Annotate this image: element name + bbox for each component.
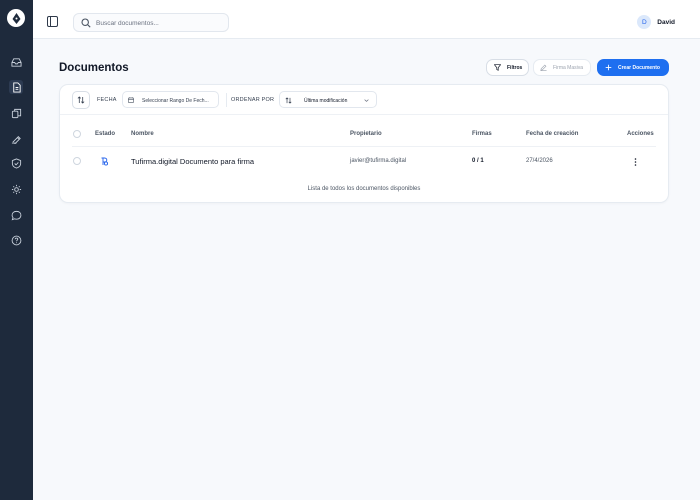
sidebar-item-settings[interactable] xyxy=(9,182,23,196)
sort-arrows-icon xyxy=(77,96,85,104)
calendar-icon xyxy=(128,97,134,103)
date-range-picker[interactable]: Seleccionar Rango De Fech... xyxy=(122,91,219,108)
user-menu[interactable]: D David xyxy=(637,15,675,29)
sidebar-item-help[interactable] xyxy=(9,233,23,247)
documents-card: FECHA Seleccionar Rango De Fech... ORDEN… xyxy=(59,84,669,203)
column-header-propietario[interactable]: Propietario xyxy=(350,131,382,137)
sort-direction-button[interactable] xyxy=(72,91,90,109)
filter-bar: FECHA Seleccionar Rango De Fech... ORDEN… xyxy=(60,85,668,115)
order-by-value: Última modificación xyxy=(304,97,348,104)
sidebar-item-messages[interactable] xyxy=(9,208,23,222)
chat-bubble-icon xyxy=(11,210,21,220)
topbar: D David xyxy=(33,0,700,39)
inbox-icon xyxy=(10,57,22,67)
search-input[interactable] xyxy=(96,17,224,29)
creation-date: 27/4/2026 xyxy=(526,158,553,164)
user-name: David xyxy=(657,18,675,26)
sidebar-item-security[interactable] xyxy=(9,156,23,170)
mass-sign-button-label: Firma Masiva xyxy=(553,64,584,71)
document-icon xyxy=(12,81,21,93)
search-icon xyxy=(81,18,91,28)
filter-icon xyxy=(494,64,501,71)
avatar[interactable]: D xyxy=(637,15,652,29)
sidebar-item-signatures[interactable] xyxy=(9,131,23,145)
sidebar-toggle-icon[interactable] xyxy=(47,16,58,27)
sidebar-item-templates[interactable] xyxy=(9,106,23,120)
plus-icon xyxy=(605,64,612,71)
column-header-fecha[interactable]: Fecha de creación xyxy=(526,131,578,137)
select-all-checkbox[interactable] xyxy=(73,130,81,138)
column-header-nombre[interactable]: Nombre xyxy=(131,131,154,137)
copy-icon xyxy=(11,108,21,118)
signature-status-icon xyxy=(101,157,109,166)
chevron-down-icon xyxy=(364,99,369,102)
brand-logo[interactable] xyxy=(7,9,25,27)
divider xyxy=(226,93,227,107)
order-by-label: ORDENAR POR xyxy=(231,97,275,103)
column-header-firmas[interactable]: Firmas xyxy=(472,131,492,137)
help-circle-icon xyxy=(11,235,21,245)
search-box[interactable] xyxy=(73,13,229,32)
gear-icon xyxy=(11,184,21,194)
row-checkbox[interactable] xyxy=(73,157,81,165)
document-owner: javier@tufirma.digital xyxy=(350,158,407,164)
sidebar xyxy=(0,0,33,500)
create-document-button-label: Crear Documento xyxy=(618,64,660,71)
mass-sign-button[interactable]: Firma Masiva xyxy=(533,59,591,76)
shield-check-icon xyxy=(11,157,21,169)
more-actions-icon[interactable] xyxy=(634,158,637,166)
column-header-estado[interactable]: Estado xyxy=(95,131,115,137)
create-document-button[interactable]: Crear Documento xyxy=(597,59,669,76)
filters-button[interactable]: Filtros xyxy=(486,59,529,76)
column-header-acciones: Acciones xyxy=(627,131,654,137)
signature-icon xyxy=(11,135,21,144)
filters-button-label: Filtros xyxy=(507,64,523,71)
order-by-select[interactable]: Última modificación xyxy=(279,91,377,108)
sidebar-item-documents[interactable] xyxy=(9,80,23,94)
pen-icon xyxy=(540,64,547,71)
pen-nib-logo-icon xyxy=(12,12,20,24)
sidebar-item-inbox[interactable] xyxy=(9,55,23,69)
divider xyxy=(72,146,656,147)
date-filter-label: FECHA xyxy=(97,97,117,103)
page-title: Documentos xyxy=(59,62,129,74)
date-range-placeholder: Seleccionar Rango De Fech... xyxy=(142,97,209,104)
document-name-link[interactable]: Tufirma.digital Documento para firma xyxy=(131,157,254,166)
sort-arrows-icon xyxy=(285,96,292,104)
signature-count: 0 / 1 xyxy=(472,158,484,164)
table-caption: Lista de todos los documentos disponible… xyxy=(307,186,421,192)
